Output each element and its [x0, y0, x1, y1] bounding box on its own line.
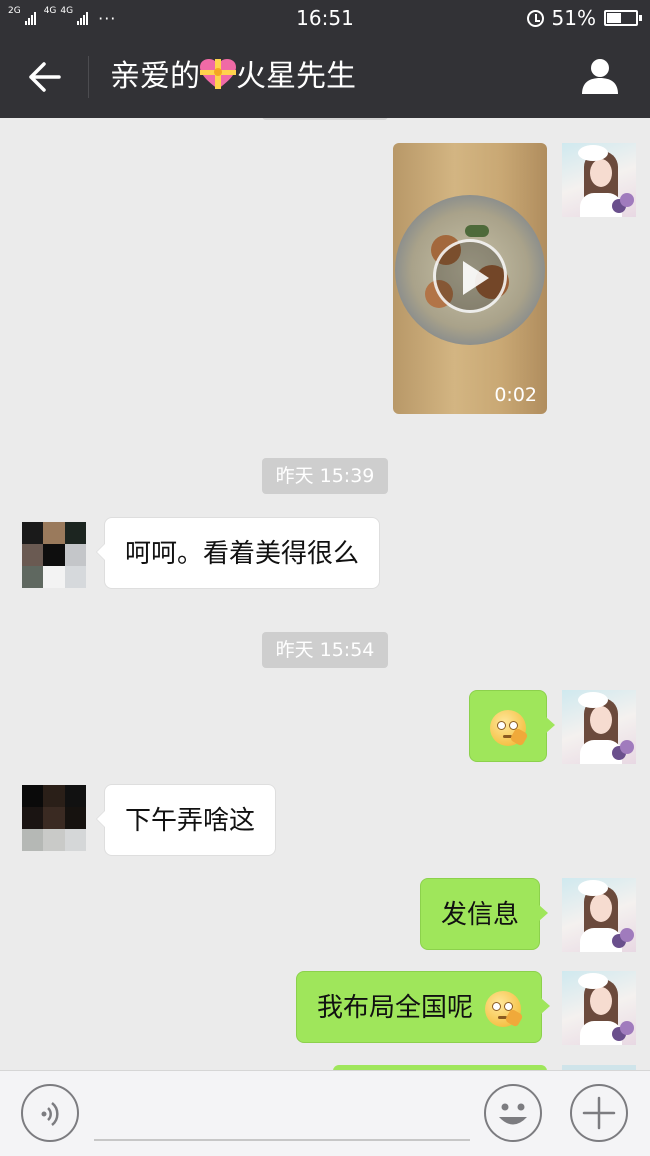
message-bubble-incoming[interactable]: 下午弄啥这	[95, 784, 277, 856]
contact-avatar[interactable]	[22, 522, 86, 588]
timestamp: 昨天 15:54	[262, 632, 388, 668]
chat-title-name-2: 火星先生	[236, 59, 356, 94]
back-arrow-icon[interactable]	[26, 60, 62, 94]
video-message[interactable]: 0:02	[393, 143, 547, 414]
message-bubble-outgoing[interactable]: 发信息	[420, 878, 549, 950]
timestamp: 昨天 15:39	[262, 458, 388, 494]
voice-icon[interactable]	[21, 1084, 79, 1142]
input-bar	[0, 1070, 650, 1156]
battery-icon	[604, 10, 642, 26]
timestamp-partial	[262, 118, 388, 120]
play-icon[interactable]	[433, 239, 507, 313]
alarm-icon	[526, 9, 544, 27]
thinking-face-emoji-icon	[490, 709, 529, 747]
message-bubble-outgoing-emoji[interactable]	[469, 690, 555, 762]
my-avatar[interactable]	[562, 971, 636, 1045]
battery-percent: 51%	[551, 6, 596, 30]
message-list[interactable]: 0:02 昨天 15:39 呵呵。看着美得很么 昨天 15:54 下午弄啥这 发…	[0, 118, 650, 1070]
smiley-icon[interactable]	[484, 1084, 542, 1142]
contact-avatar[interactable]	[22, 785, 86, 851]
video-duration: 0:02	[494, 384, 537, 406]
message-text: 我布局全国呢	[317, 993, 474, 1023]
status-bar: 2G 4G 4G ··· 16:51 51%	[0, 0, 650, 36]
plus-icon[interactable]	[570, 1084, 628, 1142]
chat-title-name: 亲爱的	[110, 59, 200, 94]
my-avatar[interactable]	[562, 143, 636, 217]
chat-header: 亲爱的 火星先生	[0, 36, 650, 118]
message-bubble-outgoing[interactable]: 我布局全国呢	[296, 971, 551, 1043]
gift-heart-emoji-icon	[200, 59, 236, 91]
thinking-face-emoji-icon	[485, 990, 524, 1028]
battery-fill	[607, 13, 622, 23]
person-icon[interactable]	[580, 56, 620, 96]
my-avatar[interactable]	[562, 878, 636, 952]
message-bubble-incoming[interactable]: 呵呵。看着美得很么	[95, 517, 381, 589]
status-right: 51%	[526, 6, 642, 30]
my-avatar[interactable]	[562, 690, 636, 764]
message-input[interactable]	[94, 1139, 470, 1141]
header-divider	[88, 56, 89, 98]
chat-title: 亲爱的 火星先生	[110, 56, 356, 98]
